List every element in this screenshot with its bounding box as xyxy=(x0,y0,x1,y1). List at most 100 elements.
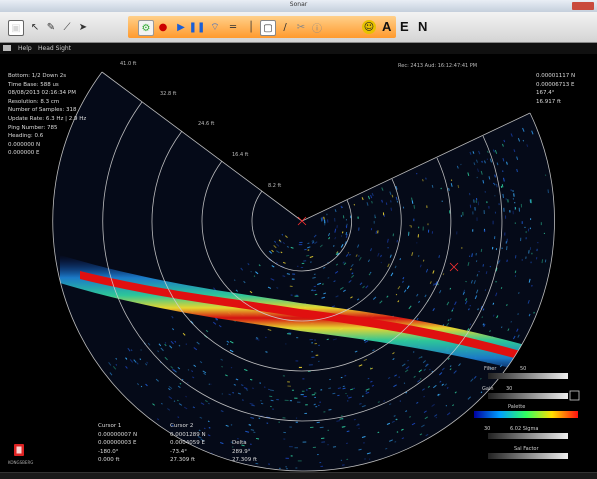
echo-speckle xyxy=(283,431,286,434)
echo-speckle xyxy=(357,216,359,219)
echo-speckle xyxy=(327,429,329,431)
cursor-1-panel: Cursor 1 0.00000007 N 0.00000003 E -180.… xyxy=(98,422,137,465)
filter-slider[interactable] xyxy=(488,373,568,379)
echo-speckle xyxy=(512,210,514,215)
divider-icon[interactable]: │ xyxy=(244,20,258,34)
gain-label: Gain xyxy=(482,386,494,392)
echo-speckle xyxy=(418,226,420,229)
echo-speckle xyxy=(298,244,303,246)
cursor-2-line: 0.0004059 E xyxy=(170,440,205,447)
window-title: Sonar xyxy=(289,1,308,8)
toolbar-letter-a[interactable]: A xyxy=(382,19,391,34)
echo-speckle xyxy=(319,401,321,403)
echo-speckle xyxy=(460,214,462,218)
echo-speckle xyxy=(525,237,527,240)
info-line: 0.000000 N xyxy=(8,141,41,148)
echo-speckle xyxy=(294,447,299,449)
pause-icon[interactable]: ❚❚ xyxy=(189,20,206,34)
record-status: Rec: 2413 Aud: 16:12:47:41 PM xyxy=(398,63,478,69)
echo-speckle xyxy=(285,457,289,459)
pen-icon[interactable]: ✎ xyxy=(44,20,58,34)
gain-slider[interactable] xyxy=(488,393,568,399)
range-label: 8.2 ft xyxy=(268,183,282,189)
echo-speckle xyxy=(298,366,302,368)
record-icon[interactable]: ● xyxy=(156,20,170,34)
delta-line: 289.9° xyxy=(232,448,251,455)
cursor-2-label: Cursor 2 xyxy=(170,423,194,429)
gain-lock-icon[interactable] xyxy=(569,390,580,401)
app-menu-icon[interactable] xyxy=(3,45,11,51)
toolbar-letter-e[interactable]: E xyxy=(400,19,409,34)
line-icon[interactable]: / xyxy=(278,20,292,34)
echo-speckle xyxy=(318,404,320,406)
echo-speckle xyxy=(461,247,463,249)
arrow-icon[interactable]: ➤ xyxy=(76,20,90,34)
echo-speckle xyxy=(302,441,307,443)
palette-bar[interactable] xyxy=(474,411,578,418)
info-panel: Bottom: 1/2 Down 2s Time Base: 588 us 08… xyxy=(8,72,86,158)
sal-factor-slider[interactable] xyxy=(488,453,568,459)
echo-speckle xyxy=(299,241,303,243)
logo-icon xyxy=(14,444,24,456)
sonar-fan-plot[interactable] xyxy=(0,55,597,479)
cursor-icon[interactable]: ↖ xyxy=(28,20,42,34)
info-line: Time Base: 588 us xyxy=(8,81,59,88)
logo-text: KONGSBERG xyxy=(8,460,34,465)
echo-speckle xyxy=(428,229,430,233)
toolbar-letter-n[interactable]: N xyxy=(418,19,427,34)
sonar-display[interactable]: Rec: 2413 Aud: 16:12:47:41 PM Bottom: 1/… xyxy=(0,55,597,479)
wifi-icon[interactable]: ⌔ xyxy=(208,20,222,34)
echo-speckle xyxy=(290,455,293,457)
scissors-icon[interactable]: ✂ xyxy=(294,20,308,34)
echo-speckle xyxy=(525,231,527,234)
echo-speckle xyxy=(291,389,295,391)
close-icon[interactable] xyxy=(572,2,594,10)
echo-speckle xyxy=(505,215,507,219)
echo-speckle xyxy=(295,467,298,469)
measure-icon[interactable]: ⟋ xyxy=(60,20,74,34)
settings-icon[interactable]: ⚙ xyxy=(138,20,154,36)
toolbar: ▣ ↖ ✎ ⟋ ➤ ⚙ ● ▶ ❚❚ ⌔ ═ │ ▢ / ✂ ⓘ ☺ A E N xyxy=(0,12,597,43)
echo-speckle xyxy=(537,242,539,244)
echo-speckle xyxy=(531,252,533,255)
range-slider[interactable] xyxy=(488,433,568,439)
echo-speckle xyxy=(270,405,272,408)
echo-speckle xyxy=(283,438,286,440)
cursor-1-line: 0.00000003 E xyxy=(98,440,137,447)
range-value: 30 xyxy=(484,426,491,432)
ruler-icon[interactable]: ═ xyxy=(226,20,240,34)
echo-speckle xyxy=(286,468,288,470)
cursor-1-label: Cursor 1 xyxy=(98,423,122,429)
person-icon[interactable]: ☺ xyxy=(362,20,376,34)
play-icon[interactable]: ▶ xyxy=(174,20,188,34)
position-readout: 0.00001117 N 0.00006713 E 167.4° 16.917 … xyxy=(536,72,575,106)
taskbar xyxy=(0,472,597,479)
cursor-1-line: 0.000 ft xyxy=(98,457,120,464)
echo-speckle xyxy=(317,454,319,456)
echo-speckle xyxy=(272,408,274,410)
window-icon[interactable]: ▢ xyxy=(260,20,276,36)
echo-speckle xyxy=(543,232,545,234)
info-line: Update Rate: 6.3 Hz | 2.9 Hz xyxy=(8,115,87,122)
echo-speckle xyxy=(296,265,299,267)
title-bar: Sonar xyxy=(0,0,597,12)
echo-speckle xyxy=(505,198,507,201)
filter-label: Filter xyxy=(484,366,497,372)
readout-line: 0.00001117 N xyxy=(536,73,576,79)
menu-head-sight[interactable]: Head Sight xyxy=(38,45,71,52)
echo-speckle xyxy=(311,351,313,353)
echo-speckle xyxy=(521,259,523,261)
echo-speckle xyxy=(345,219,347,221)
filter-value: 50 xyxy=(520,366,527,372)
echo-speckle xyxy=(514,202,516,204)
echo-speckle xyxy=(285,466,287,468)
info-line: Heading: 0.6 xyxy=(8,133,44,140)
info-icon[interactable]: ⓘ xyxy=(310,20,324,35)
delta-panel: Delta 289.9° 27.309 ft xyxy=(232,439,257,465)
echo-speckle xyxy=(305,404,308,406)
echo-speckle xyxy=(318,360,320,362)
echo-speckle xyxy=(524,226,526,228)
monitor-icon[interactable]: ▣ xyxy=(8,20,24,36)
menu-help[interactable]: Help xyxy=(18,45,32,52)
echo-speckle xyxy=(294,397,298,399)
